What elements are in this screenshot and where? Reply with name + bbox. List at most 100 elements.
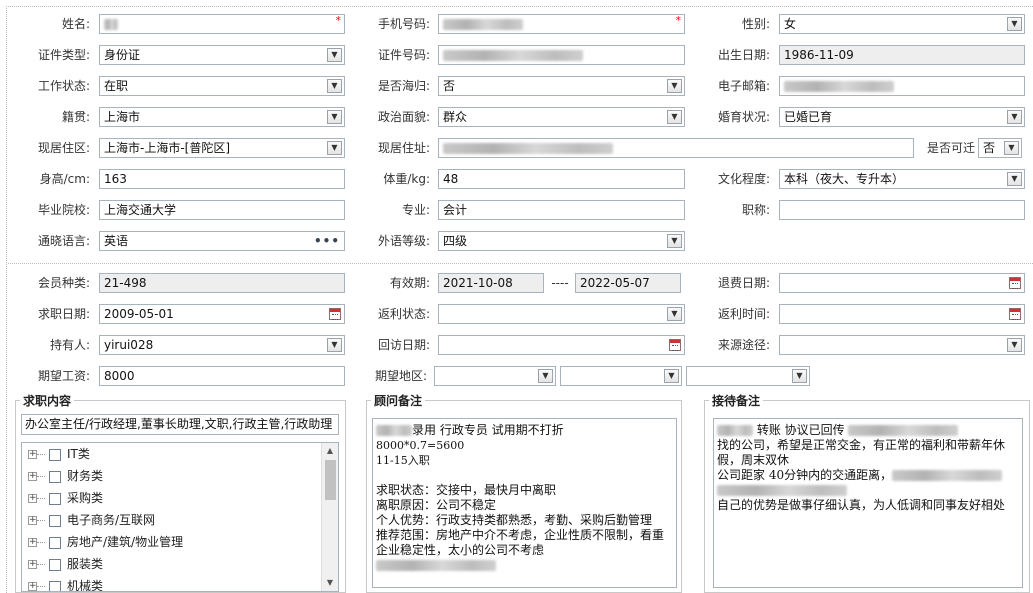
residence-area-select[interactable]: 上海市-上海市-[普陀区] ▼ <box>99 138 345 158</box>
chevron-down-icon[interactable]: ▼ <box>664 369 679 383</box>
category-tree[interactable]: + IT类 + 财务类 + 采购类 + 电子商务/互联网 + 房地产/建筑/物业管理 + 服… <box>21 442 339 592</box>
advisor-note-line: 推荐范围：房地产中介不考虑，企业性质不限制，看重 <box>376 528 665 542</box>
expand-icon[interactable]: + <box>28 560 37 569</box>
expand-icon[interactable]: + <box>28 450 37 459</box>
chevron-down-icon[interactable]: ▼ <box>327 79 342 93</box>
more-icon[interactable]: ••• <box>314 232 340 250</box>
marital-select[interactable]: 已婚已育 ▼ <box>779 107 1025 127</box>
validity-from-field[interactable]: 2021-10-08 <box>438 273 544 293</box>
work-status-select[interactable]: 在职 ▼ <box>99 76 345 96</box>
checkbox[interactable] <box>49 514 61 527</box>
relocate-select[interactable]: 否 ▼ <box>978 138 1022 158</box>
tree-item-machinery[interactable]: + 机械类 <box>28 575 104 592</box>
advisor-notes-textarea[interactable]: 录用 行政专员 试用期不打折 8000*0.7=5600 11-15入职 求职状… <box>372 418 677 588</box>
major-field[interactable]: 会计 <box>438 200 685 220</box>
required-mark: * <box>335 14 342 27</box>
weight-field[interactable]: 48 <box>438 169 685 189</box>
checkbox[interactable] <box>49 580 61 591</box>
name-label: 姓名: <box>61 17 90 31</box>
redacted-text <box>848 425 959 436</box>
validity-to-field[interactable]: 2022-05-07 <box>575 273 681 293</box>
section-divider <box>8 263 1033 264</box>
education-select[interactable]: 本科（夜大、专升本） ▼ <box>779 169 1025 189</box>
tree-scrollbar[interactable]: ▲ ▼ <box>321 443 338 591</box>
chevron-down-icon[interactable]: ▼ <box>667 307 682 321</box>
tree-item-realestate[interactable]: + 房地产/建筑/物业管理 <box>28 531 183 553</box>
email-field[interactable] <box>779 76 1025 96</box>
job-summary-field[interactable]: 办公室主任/行政经理,董事长助理,文职,行政主管,行政助理 <box>21 414 339 435</box>
tree-item-it[interactable]: + IT类 <box>28 443 90 465</box>
language-field[interactable]: 英语 ••• <box>99 231 345 251</box>
holder-select[interactable]: yirui028 ▼ <box>99 335 345 355</box>
region-district-select[interactable]: ▼ <box>686 366 810 386</box>
rebate-time-field[interactable] <box>779 304 1025 324</box>
scroll-down-icon[interactable]: ▼ <box>322 575 338 591</box>
expand-icon[interactable]: + <box>28 472 37 481</box>
chevron-down-icon[interactable]: ▼ <box>1007 110 1022 124</box>
id-no-field[interactable] <box>438 45 685 65</box>
expand-icon[interactable]: + <box>28 516 37 525</box>
expand-icon[interactable]: + <box>28 538 37 547</box>
validity-label: 有效期: <box>389 276 430 290</box>
region-province-select[interactable]: ▼ <box>434 366 556 386</box>
chevron-down-icon[interactable]: ▼ <box>667 79 682 93</box>
chevron-down-icon[interactable]: ▼ <box>327 48 342 62</box>
chevron-down-icon[interactable]: ▼ <box>667 234 682 248</box>
chevron-down-icon[interactable]: ▼ <box>327 338 342 352</box>
scroll-thumb[interactable] <box>325 460 336 500</box>
foreign-level-select[interactable]: 四级 ▼ <box>438 231 685 251</box>
native-select[interactable]: 上海市 ▼ <box>99 107 345 127</box>
expand-icon[interactable]: + <box>28 494 37 503</box>
checkbox[interactable] <box>49 558 61 571</box>
refund-date-field[interactable] <box>779 273 1025 293</box>
reception-notes-textarea[interactable]: 转账 协议已回传 找的公司，希望是正常交金，有正常的福利和带薪年休 假，周末双休… <box>713 418 1023 588</box>
calendar-icon[interactable] <box>329 308 341 320</box>
visit-date-field[interactable] <box>438 335 685 355</box>
source-select[interactable]: ▼ <box>779 335 1025 355</box>
scroll-up-icon[interactable]: ▲ <box>322 443 338 459</box>
chevron-down-icon[interactable]: ▼ <box>1007 172 1022 186</box>
calendar-icon[interactable] <box>669 339 681 351</box>
tree-item-ecommerce[interactable]: + 电子商务/互联网 <box>28 509 155 531</box>
holder-label: 持有人: <box>49 338 90 352</box>
job-content-legend: 求职内容 <box>20 393 75 409</box>
birth-field[interactable]: 1986-11-09 <box>779 45 1025 65</box>
chevron-down-icon[interactable]: ▼ <box>1007 17 1022 31</box>
tree-item-procurement[interactable]: + 采购类 <box>28 487 103 509</box>
expand-icon[interactable]: + <box>28 582 37 591</box>
region-city-select[interactable]: ▼ <box>560 366 682 386</box>
tree-item-finance[interactable]: + 财务类 <box>28 465 103 487</box>
member-type-field[interactable]: 21-498 <box>99 273 345 293</box>
chevron-down-icon[interactable]: ▼ <box>327 110 342 124</box>
calendar-icon[interactable] <box>1009 277 1021 289</box>
chevron-down-icon[interactable]: ▼ <box>792 369 807 383</box>
redacted-text <box>717 485 847 496</box>
id-type-select[interactable]: 身份证 ▼ <box>99 45 345 65</box>
chevron-down-icon[interactable]: ▼ <box>1007 338 1022 352</box>
returnee-label: 是否海归: <box>377 79 430 93</box>
checkbox[interactable] <box>49 448 61 461</box>
salary-field[interactable]: 8000 <box>99 366 345 386</box>
name-field[interactable]: * <box>99 14 345 34</box>
mobile-field[interactable]: * <box>438 14 685 34</box>
tree-item-apparel[interactable]: + 服装类 <box>28 553 103 575</box>
chevron-down-icon[interactable]: ▼ <box>538 369 553 383</box>
tree-item-label: 机械类 <box>67 579 104 592</box>
rebate-status-select[interactable]: ▼ <box>438 304 685 324</box>
title-field[interactable] <box>779 200 1025 220</box>
chevron-down-icon[interactable]: ▼ <box>667 110 682 124</box>
checkbox[interactable] <box>49 470 61 483</box>
gender-select[interactable]: 女 ▼ <box>779 14 1025 34</box>
calendar-icon[interactable] <box>1009 308 1021 320</box>
height-field[interactable]: 163 <box>99 169 345 189</box>
checkbox[interactable] <box>49 492 61 505</box>
chevron-down-icon[interactable]: ▼ <box>1004 141 1019 155</box>
checkbox[interactable] <box>49 536 61 549</box>
job-date-field[interactable]: 2009-05-01 <box>99 304 345 324</box>
chevron-down-icon[interactable]: ▼ <box>327 141 342 155</box>
address-field[interactable] <box>438 138 914 158</box>
source-label: 来源途径: <box>717 338 770 352</box>
school-field[interactable]: 上海交通大学 <box>99 200 345 220</box>
returnee-select[interactable]: 否 ▼ <box>438 76 685 96</box>
political-select[interactable]: 群众 ▼ <box>438 107 685 127</box>
